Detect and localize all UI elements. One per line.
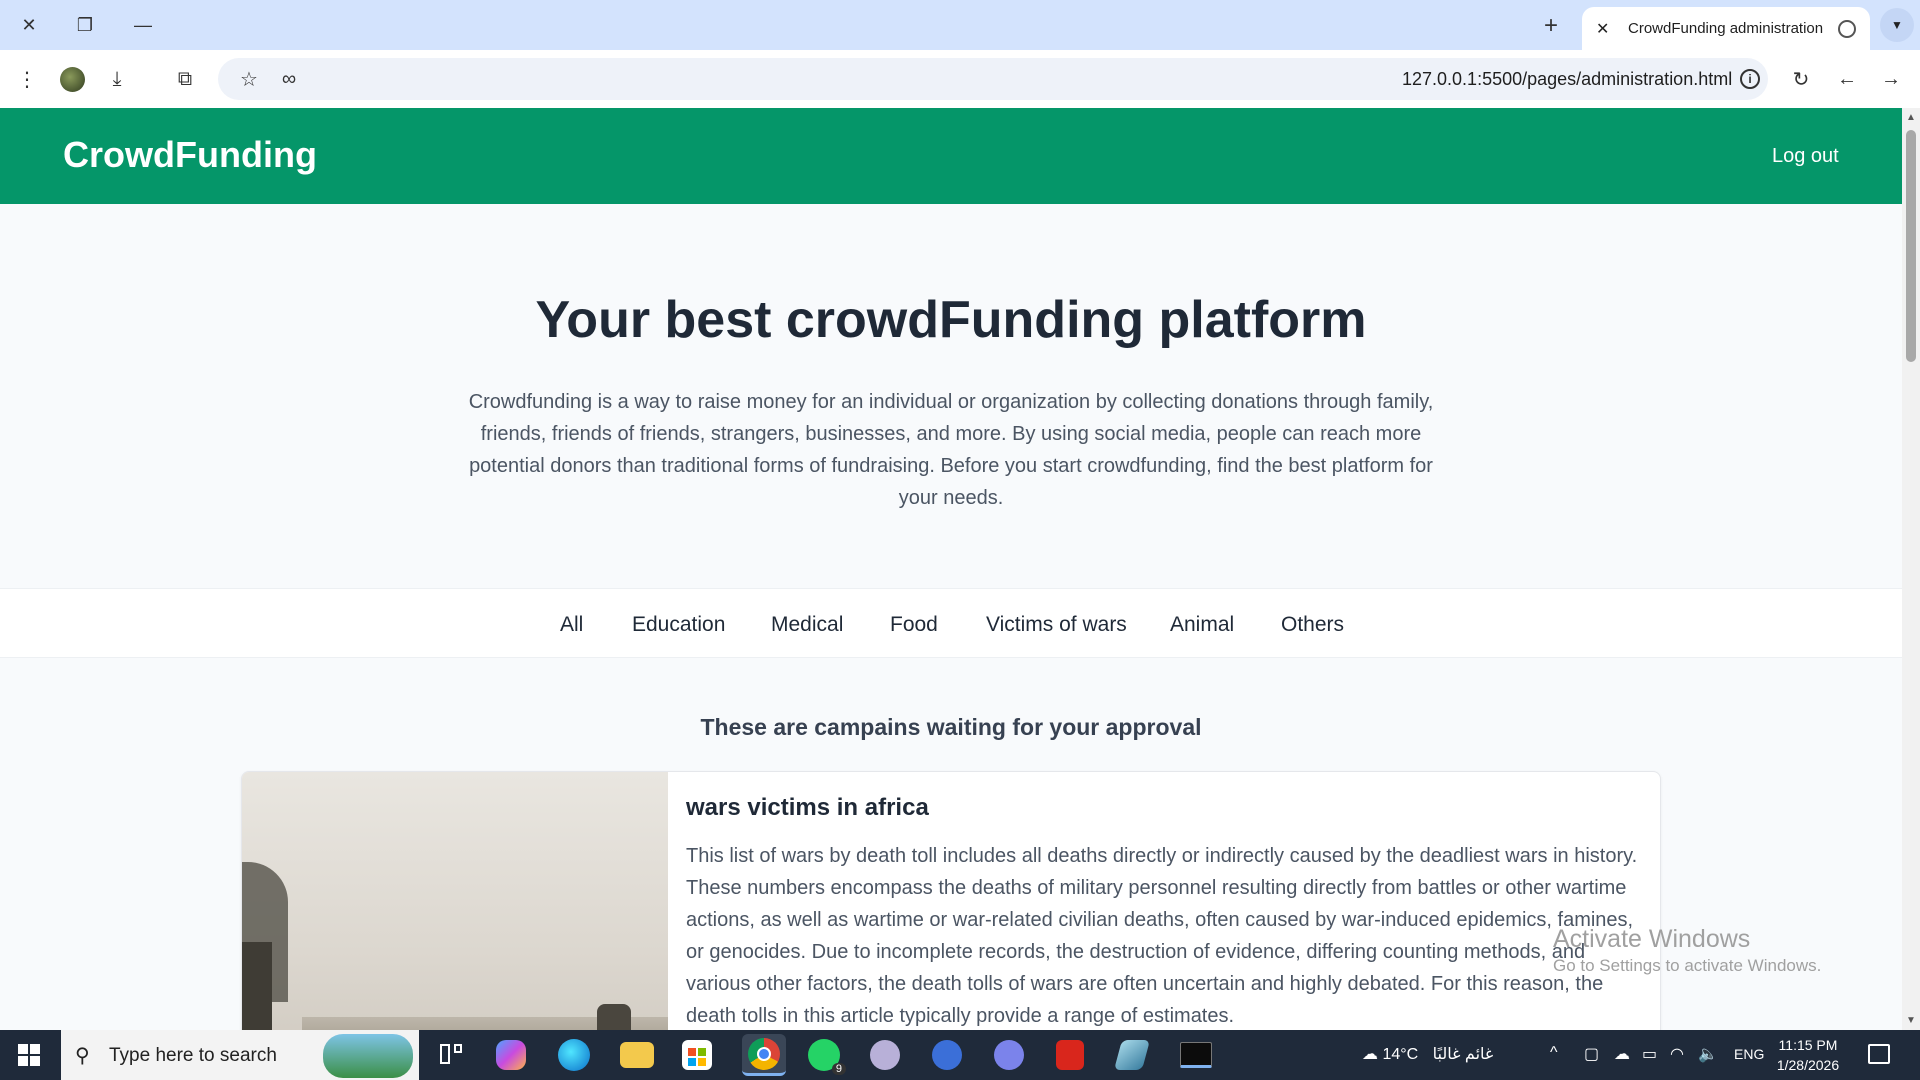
file-explorer-icon[interactable] — [620, 1042, 654, 1068]
notes-icon[interactable] — [1113, 1040, 1151, 1070]
profile-avatar[interactable] — [60, 67, 85, 92]
windows-taskbar: ⚲ Type here to search 9 ☁ 14°C غائم غالب… — [0, 1030, 1920, 1080]
logout-link[interactable]: Log out — [1772, 145, 1839, 168]
whatsapp-badge: 9 — [831, 1063, 846, 1075]
scroll-up-icon[interactable]: ▲ — [1906, 112, 1916, 123]
scrollbar-thumb[interactable] — [1906, 130, 1916, 362]
hero-description: Crowdfunding is a way to raise money for… — [468, 391, 1434, 509]
category-education[interactable]: Education — [632, 613, 725, 637]
search-icon: ⚲ — [75, 1045, 90, 1067]
approval-section-title: These are campains waiting for your appr… — [700, 714, 1202, 740]
weather-temp: 14°C — [1382, 1046, 1419, 1063]
hero-title: Your best crowdFunding platform — [535, 291, 1367, 349]
forward-arrow-icon[interactable]: → — [1878, 66, 1904, 92]
clock-date: 1/28/2026 — [1776, 1057, 1840, 1073]
minimize-window-icon[interactable]: — — [128, 12, 158, 38]
system-clock[interactable]: 11:15 PM 1/28/2026 — [1762, 1035, 1854, 1075]
category-food[interactable]: Food — [890, 613, 938, 637]
category-animal[interactable]: Animal — [1170, 613, 1234, 637]
notification-center-icon[interactable] — [1868, 1044, 1890, 1064]
task-view-icon[interactable] — [434, 1038, 468, 1072]
scroll-down-icon[interactable]: ▼ — [1906, 1015, 1916, 1026]
copilot-icon[interactable] — [496, 1040, 526, 1070]
store-icon[interactable] — [682, 1040, 712, 1070]
search-placeholder: Type here to search — [109, 1045, 277, 1066]
teams-icon[interactable] — [870, 1040, 900, 1070]
site-navbar: CrowdFunding Log out — [0, 108, 1902, 204]
bookmark-star-icon[interactable]: ☆ — [236, 66, 262, 92]
edge-icon[interactable] — [558, 1039, 590, 1071]
extensions-icon[interactable]: ⧉ — [172, 66, 198, 92]
weather-widget[interactable]: ☁ 14°C غائم غالبًا — [1362, 1044, 1493, 1064]
search-highlight-image — [323, 1034, 413, 1078]
image-trunk-shape — [242, 942, 272, 1030]
wifi-icon[interactable]: ◠ — [1670, 1044, 1684, 1064]
weather-desc: غائم غالبًا — [1432, 1046, 1494, 1063]
tab-title: CrowdFunding administration — [1628, 20, 1824, 37]
tab-close-icon[interactable]: ✕ — [1596, 19, 1614, 39]
category-bar: All Education Medical Food Victims of wa… — [0, 588, 1902, 658]
campaign-description: This list of wars by death toll includes… — [686, 845, 1638, 1027]
close-window-icon[interactable]: ✕ — [14, 12, 44, 38]
menu-kebab-icon[interactable]: ⋮ — [14, 66, 40, 92]
whatsapp-icon[interactable]: 9 — [808, 1039, 846, 1075]
cloud-icon: ☁ — [1362, 1046, 1378, 1063]
battery-icon[interactable]: ▭ — [1642, 1044, 1657, 1064]
brand-logo[interactable]: CrowdFunding — [63, 134, 317, 176]
url-text[interactable]: 127.0.0.1:5500/pages/administration.html — [1402, 69, 1732, 90]
category-others[interactable]: Others — [1281, 613, 1344, 637]
onedrive-icon[interactable]: ☁ — [1614, 1044, 1630, 1064]
campaign-card[interactable]: wars victims in africa This list of wars… — [241, 771, 1661, 1030]
acrobat-icon[interactable] — [1056, 1040, 1084, 1070]
windows-start-icon[interactable] — [18, 1044, 40, 1066]
taskbar-search[interactable]: ⚲ Type here to search — [61, 1030, 419, 1080]
watermark-line2: Go to Settings to activate Windows. — [1553, 956, 1822, 975]
chrome-icon[interactable] — [742, 1034, 786, 1076]
browser-tab[interactable]: ✕ CrowdFunding administration — [1582, 7, 1870, 50]
vscode-icon[interactable] — [932, 1040, 962, 1070]
clock-time: 11:15 PM — [1778, 1037, 1838, 1053]
image-figure-shape — [597, 1004, 631, 1030]
reload-icon[interactable]: ↻ — [1788, 66, 1814, 92]
new-tab-icon[interactable]: + — [1544, 12, 1558, 40]
reading-mode-icon[interactable]: ∞ — [276, 66, 302, 92]
activate-windows-watermark: Activate Windows Go to Settings to activ… — [1553, 925, 1821, 976]
watermark-line1: Activate Windows — [1553, 925, 1751, 953]
people-icon[interactable] — [994, 1040, 1024, 1070]
download-icon[interactable]: ⤓ — [104, 66, 130, 92]
show-hidden-icons-icon[interactable]: ^ — [1550, 1044, 1558, 1062]
tab-search-chevron-icon[interactable]: ▼ — [1880, 8, 1914, 42]
volume-icon[interactable]: 🔈 — [1698, 1044, 1718, 1064]
browser-titlebar: ✕ ❐ — + ✕ CrowdFunding administration ▼ — [0, 0, 1920, 50]
restore-window-icon[interactable]: ❐ — [70, 12, 100, 38]
campaign-image — [242, 772, 668, 1030]
terminal-icon[interactable] — [1180, 1042, 1212, 1068]
language-indicator[interactable]: ENG — [1734, 1046, 1764, 1062]
site-info-icon[interactable]: i — [1740, 69, 1760, 89]
back-arrow-icon[interactable]: ← — [1834, 66, 1860, 92]
category-medical[interactable]: Medical — [771, 613, 843, 637]
page-scrollbar[interactable]: ▲ ▼ — [1902, 108, 1920, 1030]
category-all[interactable]: All — [560, 613, 583, 637]
meet-now-icon[interactable]: ▢ — [1584, 1044, 1599, 1064]
globe-icon — [1838, 19, 1856, 38]
campaign-title: wars victims in africa — [686, 794, 929, 821]
category-victims-of-wars[interactable]: Victims of wars — [986, 613, 1127, 637]
page-content: CrowdFunding Log out Your best crowdFund… — [0, 108, 1902, 1030]
